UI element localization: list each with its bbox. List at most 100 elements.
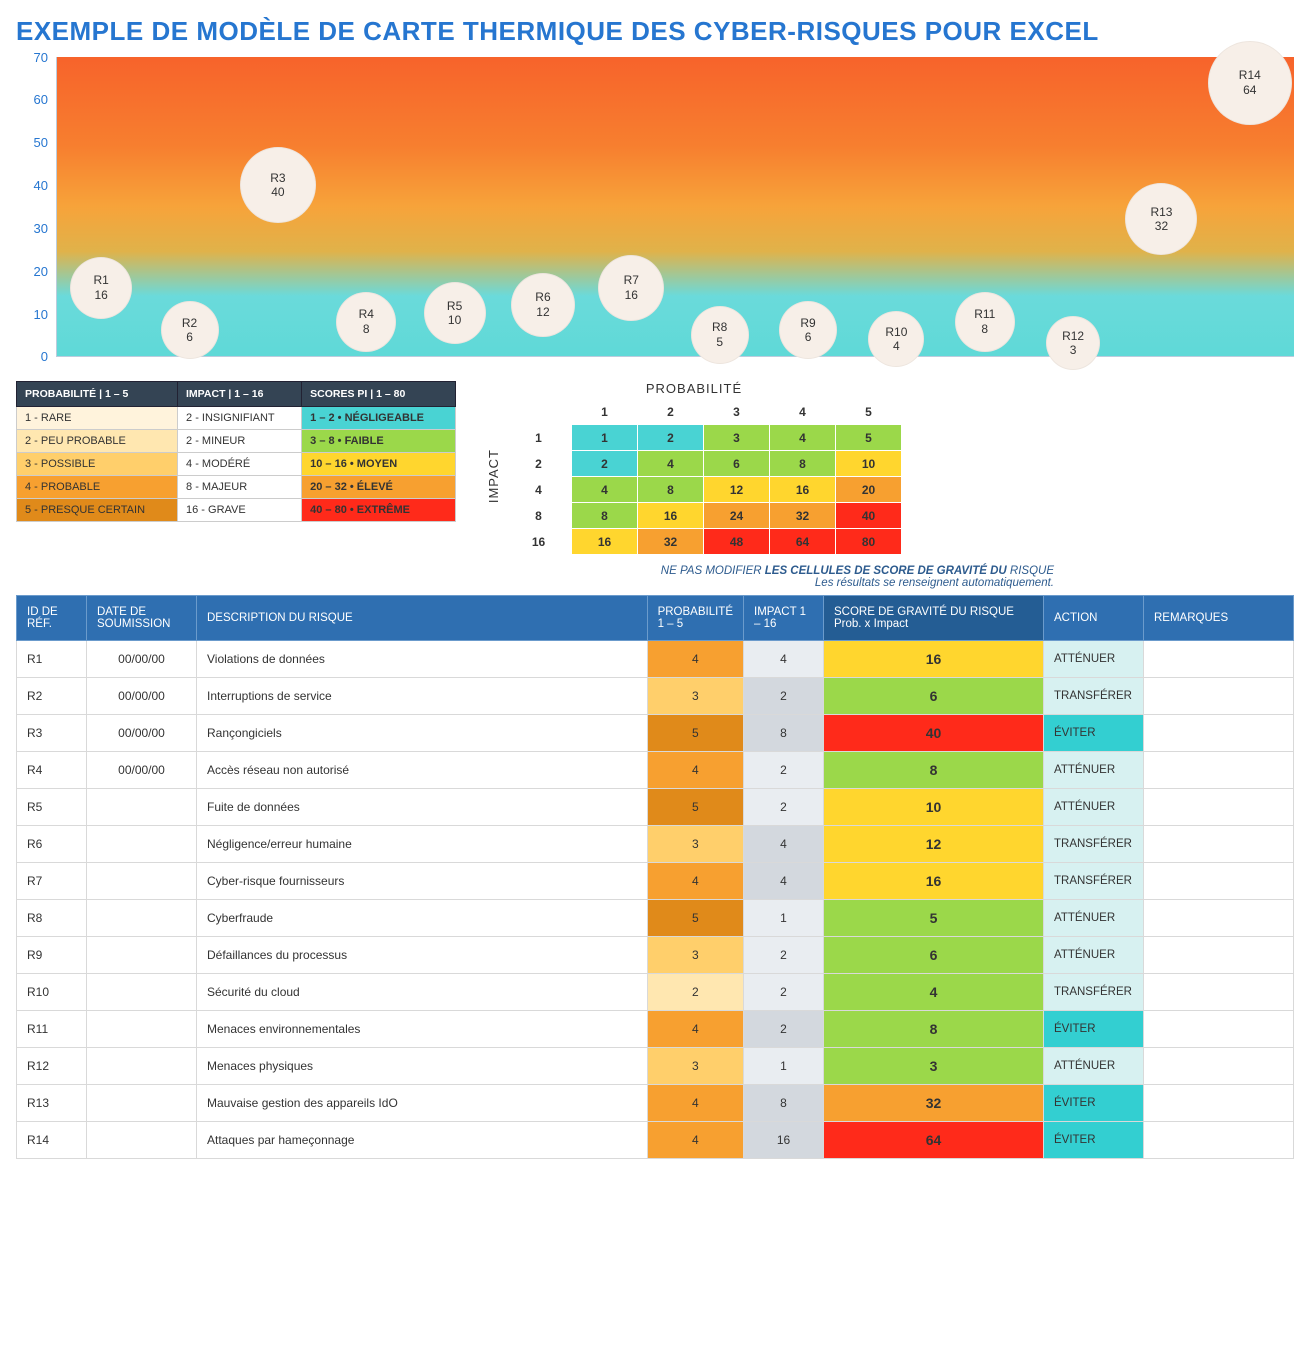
cell-date [87,974,197,1011]
cell-date [87,1122,197,1159]
matrix-cell: 2 [572,451,638,477]
cell-notes [1144,900,1294,937]
cell-ref: R9 [17,937,87,974]
legend-row: 5 - PRESQUE CERTAIN16 - GRAVE40 – 80 • E… [17,499,456,522]
cell-score: 3 [824,1048,1044,1085]
cell-score: 16 [824,863,1044,900]
table-row: R12Menaces physiques313ATTÉNUER [17,1048,1294,1085]
matrix-cell: 40 [836,503,902,529]
cell-notes [1144,715,1294,752]
legend-prob: 2 - PEU PROBABLE [17,430,178,453]
matrix-cell: 4 [572,477,638,503]
cell-desc: Rançongiciels [197,715,648,752]
matrix-cell: 32 [770,503,836,529]
table-row: R200/00/00Interruptions de service326TRA… [17,678,1294,715]
bubble-r2: R26 [161,301,219,359]
cell-score: 5 [824,900,1044,937]
cell-prob: 3 [647,937,743,974]
cell-date: 00/00/00 [87,641,197,678]
cell-action: ÉVITER [1044,715,1144,752]
legend-row: 3 - POSSIBLE4 - MODÉRÉ10 – 16 • MOYEN [17,453,456,476]
cell-notes [1144,641,1294,678]
cell-prob: 3 [647,826,743,863]
cell-notes [1144,678,1294,715]
cell-action: ATTÉNUER [1044,752,1144,789]
col-prob: PROBABILITÉ 1 – 5 [647,596,743,641]
cell-prob: 4 [647,863,743,900]
legend-score: 3 – 8 • FAIBLE [302,430,456,453]
cell-prob: 4 [647,1011,743,1048]
note-text: Les résultats se renseignent automatique… [815,577,1054,589]
cell-impact: 8 [744,715,824,752]
cell-ref: R14 [17,1122,87,1159]
cell-notes [1144,1048,1294,1085]
bubble-r14: R1464 [1208,41,1292,125]
cell-date [87,1085,197,1122]
legend-row: 4 - PROBABLE8 - MAJEUR20 – 32 • ÉLEVÉ [17,476,456,499]
cell-desc: Négligence/erreur humaine [197,826,648,863]
table-row: R10Sécurité du cloud224TRANSFÉRER [17,974,1294,1011]
matrix-cell: 6 [704,451,770,477]
matrix-cell: 48 [704,529,770,555]
cell-desc: Cyberfraude [197,900,648,937]
bubble-r3: R340 [240,147,316,223]
legend-score: 40 – 80 • EXTRÊME [302,499,456,522]
matrix-cell: 16 [572,529,638,555]
matrix-row-header: 2 [506,451,572,477]
table-row: R7Cyber-risque fournisseurs4416TRANSFÉRE… [17,863,1294,900]
bubble-r7: R716 [598,255,664,321]
matrix-col-header: 5 [836,399,902,425]
legend-row: 1 - RARE2 - INSIGNIFIANT1 – 2 • NÉGLIGEA… [17,407,456,430]
cell-date: 00/00/00 [87,715,197,752]
col-score: SCORE DE GRAVITÉ DU RISQUE Prob. x Impac… [824,596,1044,641]
cell-impact: 1 [744,900,824,937]
cell-score: 64 [824,1122,1044,1159]
legend-impact: 2 - MINEUR [178,430,302,453]
cell-score: 4 [824,974,1044,1011]
cell-action: ATTÉNUER [1044,937,1144,974]
bubble-r5: R510 [424,282,486,344]
cell-notes [1144,752,1294,789]
bubble-r12: R123 [1046,316,1100,370]
matrix-row-header: 1 [506,425,572,451]
cell-desc: Attaques par hameçonnage [197,1122,648,1159]
cell-desc: Menaces physiques [197,1048,648,1085]
cell-ref: R7 [17,863,87,900]
cell-impact: 2 [744,1011,824,1048]
legend-prob: 1 - RARE [17,407,178,430]
legend-prob: 4 - PROBABLE [17,476,178,499]
cell-desc: Menaces environnementales [197,1011,648,1048]
legend-impact: 4 - MODÉRÉ [178,453,302,476]
cell-ref: R5 [17,789,87,826]
cell-desc: Mauvaise gestion des appareils IdO [197,1085,648,1122]
cell-action: TRANSFÉRER [1044,974,1144,1011]
cell-action: ÉVITER [1044,1085,1144,1122]
cell-desc: Accès réseau non autorisé [197,752,648,789]
cell-score: 8 [824,752,1044,789]
cell-prob: 4 [647,752,743,789]
cell-prob: 5 [647,789,743,826]
matrix-col-header: 4 [770,399,836,425]
matrix-cell: 8 [572,503,638,529]
matrix-col-header: 1 [572,399,638,425]
matrix-cell: 10 [836,451,902,477]
legend-table: PROBABILITÉ | 1 – 5IMPACT | 1 – 16SCORES… [16,381,456,522]
legend-header: SCORES PI | 1 – 80 [302,382,456,407]
legend-score: 10 – 16 • MOYEN [302,453,456,476]
col-ref: ID DE RÉF. [17,596,87,641]
bubble-r8: R85 [691,306,749,364]
table-row: R5Fuite de données5210ATTÉNUER [17,789,1294,826]
matrix-col-title: PROBABILITÉ [486,381,902,396]
cell-ref: R12 [17,1048,87,1085]
matrix-col-header: 2 [638,399,704,425]
cell-date [87,900,197,937]
cell-prob: 4 [647,641,743,678]
cell-notes [1144,937,1294,974]
matrix-row-title: IMPACT [486,449,501,503]
table-row: R9Défaillances du processus326ATTÉNUER [17,937,1294,974]
cell-desc: Cyber-risque fournisseurs [197,863,648,900]
cell-impact: 16 [744,1122,824,1159]
table-row: R300/00/00Rançongiciels5840ÉVITER [17,715,1294,752]
cell-prob: 4 [647,1122,743,1159]
cell-ref: R3 [17,715,87,752]
